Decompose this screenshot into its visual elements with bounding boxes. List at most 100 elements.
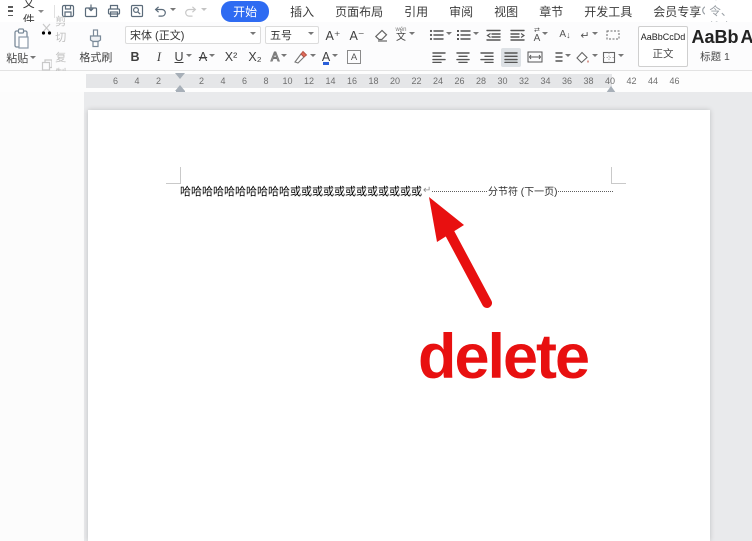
- line-spacing-dropdown-icon: [565, 54, 571, 60]
- clipboard-icon: [12, 28, 31, 49]
- ruler-number: 8: [263, 76, 268, 86]
- paragraph-text[interactable]: 哈哈哈哈哈哈哈哈哈哈或或或或或或或或或或或或: [180, 183, 422, 199]
- font-name-select[interactable]: 宋体 (正文): [125, 26, 261, 44]
- ruler-number: 34: [540, 76, 550, 86]
- show-marks-button[interactable]: ↵: [579, 26, 599, 45]
- font-size-select[interactable]: 五号: [265, 26, 319, 44]
- sort-button[interactable]: A↓: [555, 26, 575, 45]
- indent-icon: [510, 29, 525, 41]
- style-name: 正文: [653, 46, 674, 61]
- superscript-button[interactable]: X²: [221, 48, 241, 67]
- print-icon[interactable]: [106, 3, 122, 19]
- shrink-font-button[interactable]: A⁻: [347, 26, 367, 45]
- shading-button[interactable]: [575, 48, 598, 67]
- ruler-number: 46: [669, 76, 679, 86]
- clear-format-button[interactable]: [371, 26, 391, 45]
- line-spacing-button[interactable]: [549, 48, 571, 67]
- outdent-icon: [486, 29, 501, 41]
- wps-writer-window: 文件 开始: [0, 0, 752, 541]
- undo-icon[interactable]: [152, 4, 176, 18]
- tab-page-layout[interactable]: 页面布局: [335, 3, 383, 20]
- style-heading2[interactable]: AaBb( 标题 2: [742, 26, 752, 67]
- align-center-button[interactable]: [453, 48, 473, 67]
- ruler-number: 36: [562, 76, 572, 86]
- paragraph-mark: ↵: [423, 185, 431, 196]
- paste-button[interactable]: 粘贴: [6, 25, 37, 68]
- decrease-indent-button[interactable]: [483, 26, 503, 45]
- tab-home[interactable]: 开始: [221, 1, 269, 22]
- tab-developer[interactable]: 开发工具: [584, 3, 632, 20]
- ruler-number: 44: [648, 76, 658, 86]
- italic-button[interactable]: I: [149, 48, 169, 67]
- underline-button[interactable]: U: [173, 48, 193, 67]
- menubar: 文件 开始: [0, 0, 752, 22]
- align-right-button[interactable]: [477, 48, 497, 67]
- underline-dropdown-icon: [186, 54, 192, 60]
- style-normal[interactable]: AaBbCcDd 正文: [638, 26, 688, 67]
- char-scale-button[interactable]: ⇄A: [531, 26, 551, 45]
- tab-setting-button[interactable]: [603, 26, 623, 45]
- paragraph-line[interactable]: 哈哈哈哈哈哈哈哈哈哈或或或或或或或或或或或或 ↵ 分节符 (下一页): [180, 183, 613, 198]
- format-painter-button[interactable]: 格式刷: [79, 25, 113, 68]
- char-border-icon: A: [347, 50, 361, 64]
- tab-references[interactable]: 引用: [404, 3, 428, 20]
- tab-section[interactable]: 章节: [539, 3, 563, 20]
- scissors-icon: [41, 23, 53, 35]
- redo-dropdown-icon: [201, 8, 207, 14]
- cut-label: 剪切: [55, 13, 75, 45]
- shading-dropdown-icon: [592, 54, 598, 60]
- brush-icon: [87, 29, 104, 49]
- borders-button[interactable]: [602, 48, 624, 67]
- ruler-number: 4: [134, 76, 139, 86]
- undo-dropdown-icon[interactable]: [170, 8, 176, 14]
- distribute-button[interactable]: [525, 48, 545, 67]
- eraser-icon: [374, 29, 389, 42]
- ruler-number: 32: [519, 76, 529, 86]
- borders-icon: [602, 51, 616, 64]
- subscript-button[interactable]: X₂: [245, 48, 265, 67]
- ruler[interactable]: 6422468101214161820222426283032343638404…: [0, 71, 752, 92]
- bold-button[interactable]: B: [125, 48, 145, 67]
- style-name: 标题 1: [700, 49, 730, 64]
- hanging-indent-icon[interactable]: [175, 80, 185, 91]
- search-icon: [701, 5, 705, 18]
- menu-icon[interactable]: [8, 6, 13, 16]
- char-border-button[interactable]: A: [344, 48, 364, 67]
- ruler-number: 2: [199, 76, 204, 86]
- font-size-dropdown-icon: [308, 32, 314, 38]
- bullets-button[interactable]: [429, 26, 452, 45]
- pinyin-guide-button[interactable]: wén 文: [395, 26, 415, 45]
- ruler-number: 6: [113, 76, 118, 86]
- highlighter-icon: [293, 50, 308, 64]
- font-color-button[interactable]: A: [320, 48, 340, 67]
- numbering-button[interactable]: [456, 26, 479, 45]
- tab-membership[interactable]: 会员专享: [653, 3, 701, 20]
- align-left-button[interactable]: [429, 48, 449, 67]
- redo-icon[interactable]: [183, 4, 207, 18]
- format-painter-label: 格式刷: [79, 49, 112, 65]
- char-scale-dropdown-icon: [542, 32, 548, 38]
- ruler-number: 26: [454, 76, 464, 86]
- justify-button[interactable]: [501, 48, 521, 67]
- ribbon-tabs: 开始 插入 页面布局 引用 审阅 视图 章节 开发工具 会员专享: [221, 1, 701, 22]
- tab-view[interactable]: 视图: [494, 3, 518, 20]
- highlight-button[interactable]: [293, 48, 316, 67]
- ruler-number: 10: [282, 76, 292, 86]
- style-heading1[interactable]: AaBb 标题 1: [690, 26, 740, 67]
- print-preview-icon[interactable]: [129, 3, 145, 19]
- document-page[interactable]: 哈哈哈哈哈哈哈哈哈哈或或或或或或或或或或或或 ↵ 分节符 (下一页): [88, 110, 710, 541]
- distribute-icon: [527, 51, 543, 63]
- strikethrough-button[interactable]: A: [197, 48, 217, 67]
- text-effects-button[interactable]: A: [269, 48, 289, 67]
- ribbon-toolbar: 粘贴 剪切 复制 格式刷: [0, 22, 752, 71]
- tab-review[interactable]: 审阅: [449, 3, 473, 20]
- paint-bucket-icon: [575, 51, 590, 64]
- increase-indent-button[interactable]: [507, 26, 527, 45]
- grow-font-button[interactable]: A⁺: [323, 26, 343, 45]
- font-color-icon: A: [322, 51, 330, 64]
- font-color-dropdown-icon: [332, 54, 338, 60]
- tab-insert[interactable]: 插入: [290, 3, 314, 20]
- delete-annotation: delete: [418, 326, 588, 389]
- ruler-number: 28: [476, 76, 486, 86]
- output-pdf-icon[interactable]: [83, 3, 99, 19]
